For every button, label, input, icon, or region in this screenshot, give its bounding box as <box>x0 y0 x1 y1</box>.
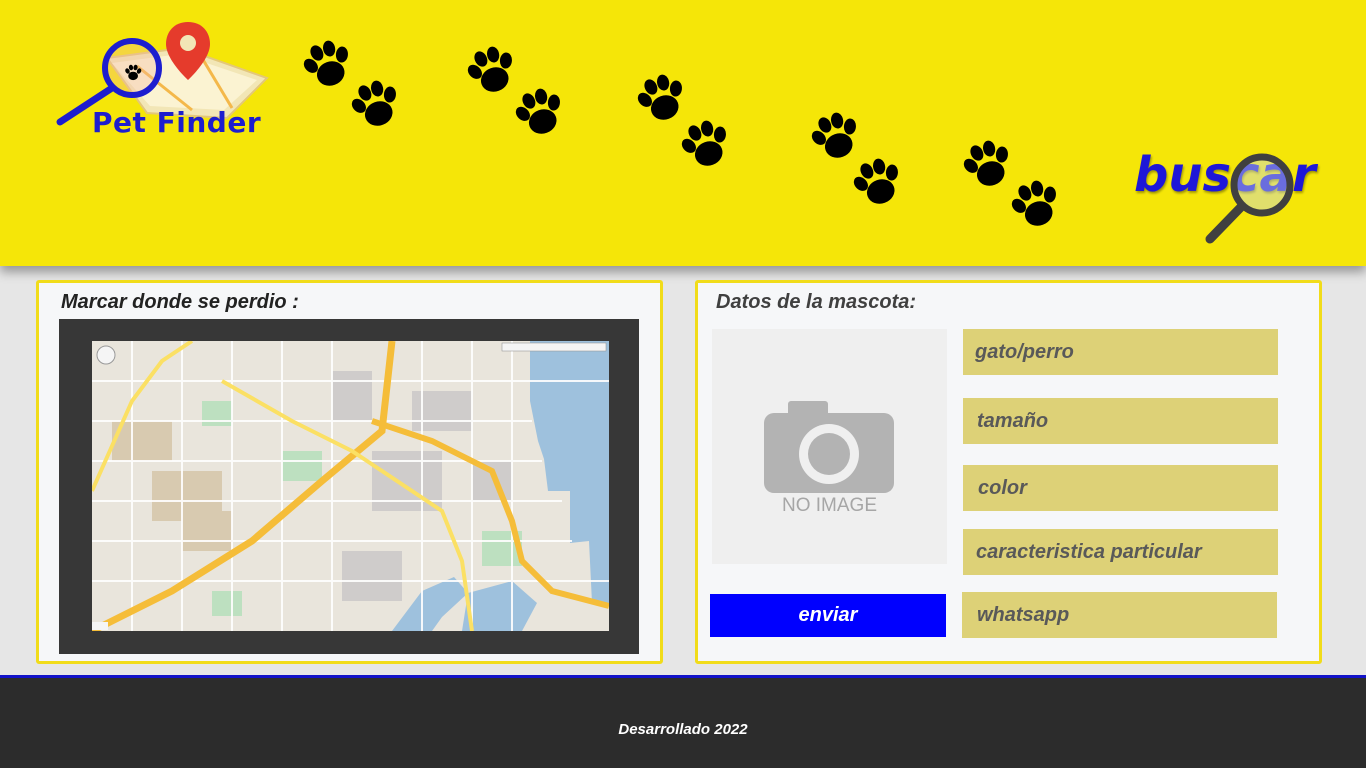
map-panel: Marcar donde se perdio : <box>36 280 663 664</box>
paw-icon <box>636 74 688 126</box>
submit-button[interactable]: enviar <box>710 594 946 637</box>
header-banner: Pet Finder buscar <box>0 0 1366 266</box>
camera-icon <box>764 401 894 493</box>
paw-icon <box>680 120 732 172</box>
pet-type-field[interactable]: gato/perro <box>963 329 1278 375</box>
footer: Desarrollado 2022 <box>0 675 1366 768</box>
footer-text: Desarrollado 2022 <box>618 721 748 738</box>
size-field[interactable]: tamaño <box>963 398 1278 444</box>
magnifier-icon <box>1205 153 1294 244</box>
paw-icon <box>514 88 566 140</box>
logo-text: Pet Finder <box>92 106 262 139</box>
color-field[interactable]: color <box>963 465 1278 511</box>
whatsapp-field[interactable]: whatsapp <box>962 592 1277 638</box>
map-panel-title: Marcar donde se perdio : <box>61 291 299 313</box>
pet-data-panel: Datos de la mascota: NO IMAGE gato/perro… <box>695 280 1322 664</box>
no-image-label: NO IMAGE <box>781 495 877 516</box>
paw-icon <box>1010 180 1062 232</box>
search-button[interactable]: buscar <box>1132 145 1332 245</box>
pet-panel-title: Datos de la mascota: <box>716 291 917 313</box>
paw-icon <box>852 158 904 210</box>
paw-icon <box>962 140 1014 192</box>
pet-finder-logo[interactable]: Pet Finder <box>52 18 272 148</box>
paw-icon <box>810 112 862 164</box>
paw-icon <box>302 40 354 92</box>
paw-icon <box>466 46 518 98</box>
location-map[interactable] <box>92 341 609 631</box>
map-frame <box>59 319 639 654</box>
paw-icon <box>350 80 402 132</box>
particular-feature-field[interactable]: caracteristica particular <box>963 529 1278 575</box>
pet-photo-upload[interactable]: NO IMAGE <box>712 329 947 564</box>
